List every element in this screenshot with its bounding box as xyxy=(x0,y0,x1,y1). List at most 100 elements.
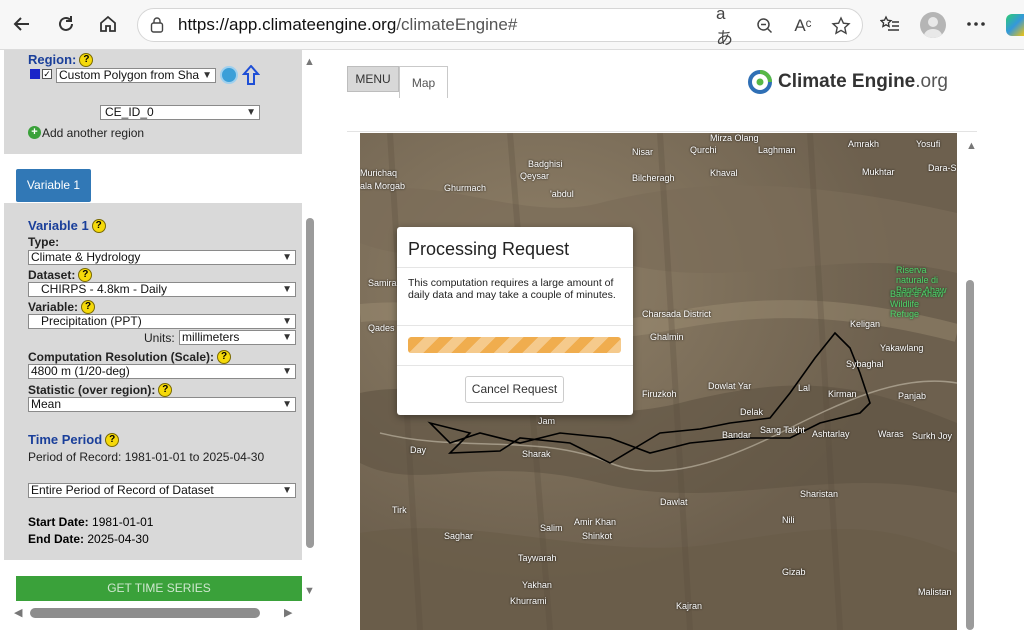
upload-arrow-icon[interactable] xyxy=(241,64,261,85)
map-place-label: Tirk xyxy=(392,505,407,515)
lock-icon[interactable] xyxy=(150,17,164,33)
url-text[interactable]: https://app.climateengine.org/climateEng… xyxy=(178,15,517,35)
back-arrow-icon[interactable] xyxy=(8,10,36,38)
map-place-label: Lal xyxy=(798,383,811,393)
map-place-label: Bilcheragh xyxy=(632,173,675,183)
modal-message: This computation requires a large amount… xyxy=(408,277,616,301)
region-checkbox[interactable]: ✓ xyxy=(42,69,52,79)
read-aloud-icon[interactable]: Aᶜ xyxy=(792,15,814,37)
type-select[interactable]: Climate & Hydrology ▼ xyxy=(28,250,296,265)
start-date-value[interactable]: 1981-01-01 xyxy=(92,515,153,529)
map-place-label: Ashtarlay xyxy=(812,429,850,439)
variable-label: Variable: xyxy=(28,300,79,314)
map-place-label: Yakhan xyxy=(522,580,552,590)
region-section: Region:? ✓ Custom Polygon from Sha ▼ CE_I… xyxy=(4,50,302,154)
map-place-label: Samira xyxy=(368,278,397,288)
help-icon[interactable]: ? xyxy=(217,349,231,364)
map-place-label: Mirza Olang xyxy=(710,133,759,143)
variable-1-tab[interactable]: Variable 1 xyxy=(16,169,91,202)
map-tab[interactable]: Map xyxy=(399,66,448,98)
map-place-label: Kirman xyxy=(828,389,857,399)
map-place-label: Sharak xyxy=(522,449,551,459)
refresh-icon[interactable] xyxy=(52,10,80,38)
region-color-swatch[interactable] xyxy=(30,69,40,79)
help-icon[interactable]: ? xyxy=(105,432,120,447)
type-label: Type: xyxy=(28,235,60,249)
map-place-label: Salim xyxy=(540,523,563,533)
help-icon[interactable]: ? xyxy=(91,218,106,233)
region-id-select[interactable]: CE_ID_0 ▼ xyxy=(100,105,260,120)
horizontal-scrollbar[interactable] xyxy=(30,608,260,618)
time-range-select[interactable]: Entire Period of Record of Dataset ▼ xyxy=(28,483,296,498)
cancel-request-button[interactable]: Cancel Request xyxy=(465,376,564,403)
left-panel-scrollbar[interactable] xyxy=(306,218,314,548)
resolution-select[interactable]: 4800 m (1/20-deg) ▼ xyxy=(28,364,296,379)
menu-button[interactable]: MENU xyxy=(347,66,399,92)
variable-select[interactable]: Precipitation (PPT) ▼ xyxy=(28,314,296,329)
map-place-label: Shinkot xyxy=(582,531,613,541)
browser-toolbar: https://app.climateengine.org/climateEng… xyxy=(0,0,1024,50)
statistic-select[interactable]: Mean ▼ xyxy=(28,397,296,412)
chevron-down-icon: ▼ xyxy=(282,399,292,410)
map-place-label: Firuzkoh xyxy=(642,389,677,399)
address-bar[interactable]: https://app.climateengine.org/climateEng… xyxy=(137,4,863,48)
help-icon[interactable]: ? xyxy=(158,382,173,397)
scroll-right-arrow-icon[interactable]: ▶ xyxy=(284,606,292,619)
end-date-value[interactable]: 2025-04-30 xyxy=(87,532,148,546)
map-place-label: Qades xyxy=(368,323,395,333)
map-place-label: Sharistan xyxy=(800,489,839,499)
profile-avatar-icon[interactable] xyxy=(920,12,946,38)
zoom-out-icon[interactable] xyxy=(754,15,776,37)
chevron-down-icon: ▼ xyxy=(282,366,292,377)
map-place-label: Charsada District xyxy=(642,309,712,319)
dataset-label: Dataset: xyxy=(28,268,76,282)
start-date-row: Start Date: 1981-01-01 xyxy=(28,515,154,529)
region-title: Region: xyxy=(28,52,77,67)
help-icon[interactable]: ? xyxy=(79,52,94,67)
variable-title: Variable 1 xyxy=(28,218,89,233)
scroll-down-arrow-icon[interactable]: ▼ xyxy=(304,585,315,597)
processing-modal: Processing Request This computation requ… xyxy=(397,227,633,415)
get-time-series-button[interactable]: GET TIME SERIES xyxy=(16,576,302,601)
climate-engine-logo[interactable]: Climate Engine.org xyxy=(748,70,948,94)
time-period-title: Time Period xyxy=(28,432,103,447)
map-scroll-up-icon[interactable]: ▲ xyxy=(966,140,977,152)
add-region-link[interactable]: Add another region xyxy=(42,126,144,140)
modal-divider xyxy=(397,325,633,326)
map-place-label: Gizab xyxy=(782,567,806,577)
add-region-icon[interactable]: + xyxy=(28,126,41,139)
map-place-label: Mukhtar xyxy=(862,167,895,177)
favorites-list-icon[interactable] xyxy=(876,10,904,38)
polygon-select[interactable]: Custom Polygon from Sha ▼ xyxy=(56,68,216,83)
map-place-label: Amrakh xyxy=(848,139,880,149)
home-icon[interactable] xyxy=(94,10,122,38)
map-place-label: Jam xyxy=(538,416,556,426)
map-place-label: Panjab xyxy=(898,391,927,401)
refresh-region-icon[interactable] xyxy=(220,66,238,84)
help-icon[interactable]: ? xyxy=(78,267,93,282)
favorite-star-icon[interactable] xyxy=(830,15,852,37)
map-place-label: Nili xyxy=(782,515,795,525)
map-place-label: Yakawlang xyxy=(880,343,924,353)
map-place-label: Waras xyxy=(878,429,904,439)
map-place-label: Sybaghal xyxy=(846,359,884,369)
copilot-icon[interactable] xyxy=(1006,14,1024,36)
scroll-up-arrow-icon[interactable]: ▲ xyxy=(304,56,315,68)
translate-icon[interactable]: aあ xyxy=(716,4,738,48)
brand-suffix: .org xyxy=(915,71,948,92)
scroll-left-arrow-icon[interactable]: ◀ xyxy=(14,606,22,619)
map-place-label: Qeysar xyxy=(520,171,550,181)
control-panel: Region:? ✓ Custom Polygon from Sha ▼ CE_I… xyxy=(0,50,320,630)
more-options-icon[interactable] xyxy=(962,10,990,38)
brand-name: Climate Engine xyxy=(778,71,916,92)
map-place-label: Surkh Joy xyxy=(912,431,953,441)
units-select[interactable]: millimeters ▼ xyxy=(179,330,296,345)
dataset-select[interactable]: CHIRPS - 4.8km - Daily ▼ xyxy=(28,282,296,297)
map-place-label: Band-e Ahaw Wildlife Refuge xyxy=(890,289,944,319)
map-scrollbar[interactable] xyxy=(966,280,974,630)
map-place-label: Ghalmin xyxy=(650,332,684,342)
help-icon[interactable]: ? xyxy=(81,299,96,314)
map-place-label: Kajran xyxy=(676,601,703,611)
tab-divider xyxy=(347,131,977,132)
statistic-label: Statistic (over region): xyxy=(28,383,156,397)
